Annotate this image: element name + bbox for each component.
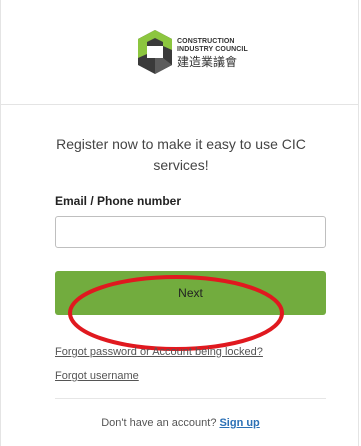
signup-link[interactable]: Sign up <box>219 417 259 429</box>
divider <box>55 398 326 399</box>
logo-header: CONSTRUCTION INDUSTRY COUNCIL 建造業議會 <box>1 0 358 105</box>
logo-wordmark: CONSTRUCTION INDUSTRY COUNCIL 建造業議會 <box>177 38 248 69</box>
forgot-username-link[interactable]: Forgot username <box>55 370 139 382</box>
cic-logo-icon <box>138 30 172 74</box>
logo-text-chinese: 建造業議會 <box>177 55 238 69</box>
login-page: CONSTRUCTION INDUSTRY COUNCIL 建造業議會 Regi… <box>0 0 361 446</box>
page-heading: Register now to make it easy to use CIC … <box>56 136 306 173</box>
logo-text-line1: CONSTRUCTION <box>177 38 235 45</box>
signup-prompt: Don't have an account? <box>101 417 217 429</box>
email-phone-label: Email / Phone number <box>55 194 182 208</box>
next-button[interactable]: Next <box>55 271 326 315</box>
signup-row: Don't have an account? Sign up <box>1 417 360 429</box>
login-card: CONSTRUCTION INDUSTRY COUNCIL 建造業議會 Regi… <box>0 0 359 446</box>
email-phone-input[interactable] <box>55 216 326 248</box>
forgot-password-link[interactable]: Forgot password or Account being locked? <box>55 346 263 358</box>
logo-text-line2: INDUSTRY COUNCIL <box>177 46 248 53</box>
